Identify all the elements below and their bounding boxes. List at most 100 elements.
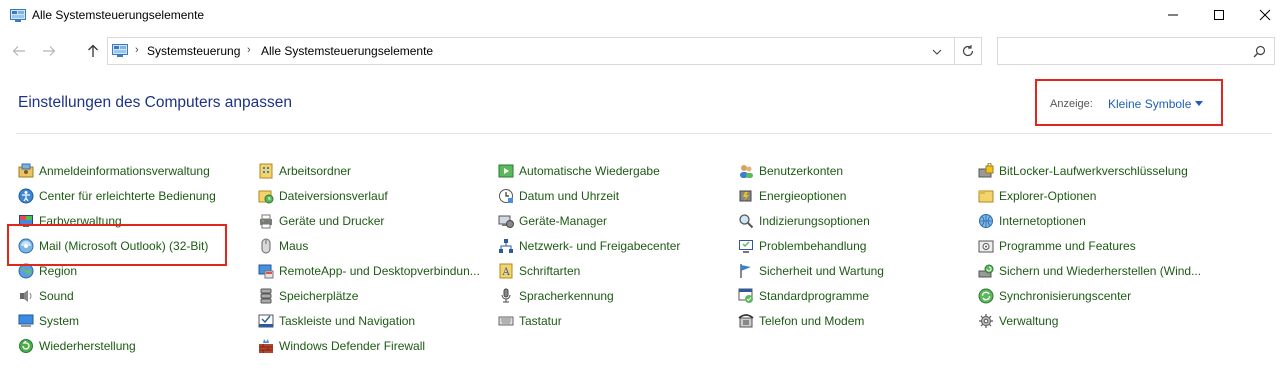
item-system[interactable]: System [18,311,79,331]
bitlocker-icon [978,162,994,179]
item-label[interactable]: Verwaltung [999,314,1058,328]
item-label[interactable]: Problembehandlung [759,239,866,253]
item-programme-und-features[interactable]: Programme und Features [978,236,1136,256]
item-sichern-und-wiederherstellen-wind[interactable]: Sichern und Wiederherstellen (Wind... [978,261,1201,281]
admin-tools-icon [978,313,994,329]
recovery-icon [18,338,34,354]
chevron-down-icon[interactable] [930,45,944,59]
item-telefon-und-modem[interactable]: Telefon und Modem [738,311,864,331]
sync-center-icon [978,288,994,304]
item-spracherkennung[interactable]: Spracherkennung [498,286,614,306]
search-icon[interactable] [1253,45,1266,61]
item-bitlocker-laufwerkverschlüsselung[interactable]: BitLocker-Laufwerkverschlüsselung [978,161,1188,181]
maximize-button[interactable] [1196,0,1242,30]
autoplay-icon [498,163,514,179]
item-schriftarten[interactable]: A Schriftarten [498,261,580,281]
item-label[interactable]: RemoteApp- und Desktopverbindun... [279,264,480,278]
item-explorer-optionen[interactable]: Explorer-Optionen [978,186,1096,206]
item-label[interactable]: Internetoptionen [999,214,1086,228]
item-label[interactable]: Sicherheit und Wartung [759,264,884,278]
refresh-button[interactable] [955,37,982,65]
item-wiederherstellung[interactable]: Wiederherstellung [18,336,136,356]
breadcrumb-separator[interactable]: › [247,44,251,56]
item-netzwerk-und-freigabecenter[interactable]: Netzwerk- und Freigabecenter [498,236,680,256]
item-label[interactable]: Synchronisierungscenter [999,289,1131,303]
item-label[interactable]: Telefon und Modem [759,314,864,328]
item-geräte-manager[interactable]: Geräte-Manager [498,211,607,231]
keyboard-icon [498,313,514,329]
power-options-icon [738,188,754,204]
item-label[interactable]: Geräte und Drucker [279,214,384,228]
item-datum-und-uhrzeit[interactable]: Datum und Uhrzeit [498,186,619,206]
item-label[interactable]: Automatische Wiedergabe [519,164,660,178]
item-center-für-erleichterte-bedienung[interactable]: Center für erleichterte Bedienung [18,186,216,206]
breadcrumb-separator[interactable]: › [135,44,139,56]
item-synchronisierungscenter[interactable]: Synchronisierungscenter [978,286,1131,306]
item-indizierungsoptionen[interactable]: Indizierungsoptionen [738,211,870,231]
view-dropdown[interactable]: Kleine Symbole [1108,97,1191,111]
item-verwaltung[interactable]: Verwaltung [978,311,1058,331]
item-energieoptionen[interactable]: Energieoptionen [738,186,846,206]
item-standardprogramme[interactable]: Standardprogramme [738,286,869,306]
item-internetoptionen[interactable]: Internetoptionen [978,211,1086,231]
item-sicherheit-und-wartung[interactable]: Sicherheit und Wartung [738,261,884,281]
item-tastatur[interactable]: Tastatur [498,311,562,331]
title-bar: Alle Systemsteuerungselemente [0,0,1288,32]
item-label[interactable]: Taskleiste und Navigation [279,314,415,328]
item-label[interactable]: Schriftarten [519,264,580,278]
credentials-icon [18,163,34,179]
item-problembehandlung[interactable]: Problembehandlung [738,236,866,256]
item-label[interactable]: Center für erleichterte Bedienung [39,189,216,203]
item-label[interactable]: Arbeitsordner [279,164,351,178]
item-label[interactable]: Maus [279,239,308,253]
item-dateiversionsverlauf[interactable]: Dateiversionsverlauf [258,186,388,206]
item-label[interactable]: Benutzerkonten [759,164,843,178]
item-label[interactable]: Dateiversionsverlauf [279,189,388,203]
item-label[interactable]: Anmeldeinformationsverwaltung [39,164,210,178]
close-button[interactable] [1242,0,1288,30]
item-label[interactable]: BitLocker-Laufwerkverschlüsselung [999,164,1188,178]
explorer-options-icon [978,188,994,204]
item-label[interactable]: System [39,314,79,328]
item-label[interactable]: Datum und Uhrzeit [519,189,619,203]
item-label[interactable]: Sound [39,289,74,303]
item-benutzerkonten[interactable]: Benutzerkonten [738,161,843,181]
item-label[interactable]: Tastatur [519,314,562,328]
item-sound[interactable]: Sound [18,286,74,306]
item-label[interactable]: Energieoptionen [759,189,846,203]
item-label[interactable]: Standardprogramme [759,289,869,303]
item-arbeitsordner[interactable]: Arbeitsordner [258,161,351,181]
address-bar[interactable]: › Systemsteuerung › Alle Systemsteuerung… [107,37,955,65]
item-anmeldeinformationsverwaltung[interactable]: Anmeldeinformationsverwaltung [18,161,210,181]
search-input[interactable] [997,37,1275,65]
mail-item-highlight [7,224,227,266]
arrow-left-icon [12,46,25,56]
forward-button[interactable] [40,42,58,60]
item-label[interactable]: Indizierungsoptionen [759,214,870,228]
item-label[interactable]: Region [39,264,77,278]
item-label[interactable]: Speicherplätze [279,289,358,303]
mouse-icon [258,238,274,254]
breadcrumb-current[interactable]: Alle Systemsteuerungselemente [261,44,433,58]
item-label[interactable]: Geräte-Manager [519,214,607,228]
item-label[interactable]: Windows Defender Firewall [279,339,425,353]
item-label[interactable]: Spracherkennung [519,289,614,303]
item-label[interactable]: Sichern und Wiederherstellen (Wind... [999,264,1201,278]
up-button[interactable] [84,42,102,60]
item-remoteapp-und-desktopverbindun[interactable]: RemoteApp- und Desktopverbindun... [258,261,480,281]
item-label[interactable]: Netzwerk- und Freigabecenter [519,239,680,253]
item-geräte-und-drucker[interactable]: Geräte und Drucker [258,211,384,231]
item-speicherplätze[interactable]: Speicherplätze [258,286,358,306]
item-windows-defender-firewall[interactable]: Windows Defender Firewall [258,336,425,356]
caret-down-icon[interactable] [1195,101,1203,106]
firewall-icon [258,338,274,354]
item-maus[interactable]: Maus [258,236,308,256]
item-automatische-wiedergabe[interactable]: Automatische Wiedergabe [498,161,660,181]
item-label[interactable]: Programme und Features [999,239,1136,253]
breadcrumb-systemsteuerung[interactable]: Systemsteuerung [147,44,240,58]
item-taskleiste-und-navigation[interactable]: Taskleiste und Navigation [258,311,415,331]
item-label[interactable]: Explorer-Optionen [999,189,1096,203]
back-button[interactable] [10,42,28,60]
item-label[interactable]: Wiederherstellung [39,339,136,353]
minimize-button[interactable] [1150,0,1196,30]
